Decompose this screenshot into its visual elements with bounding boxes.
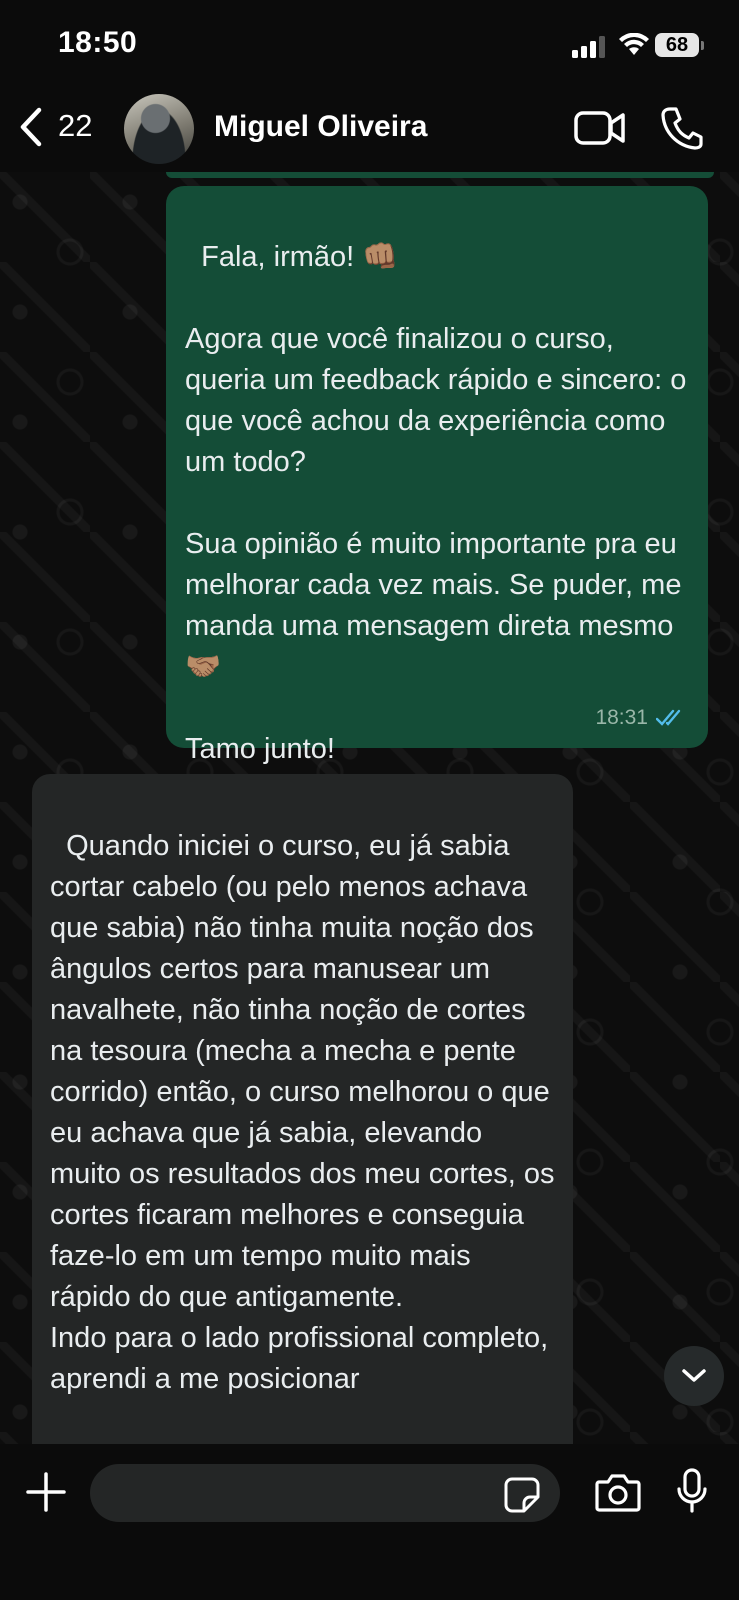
chevron-down-icon: [682, 1369, 706, 1382]
incoming-message[interactable]: Quando iniciei o curso, eu já sabia cort…: [32, 774, 573, 1474]
message-time: 18:31: [595, 706, 648, 729]
message-text: Quando iniciei o curso, eu já sabia cort…: [50, 830, 555, 1395]
contact-name[interactable]: Miguel Oliveira: [214, 110, 427, 144]
phone-call-icon[interactable]: [661, 106, 703, 150]
sticker-icon[interactable]: [504, 1477, 540, 1513]
message-composer: [0, 1444, 739, 1600]
chat-header: 22 Miguel Oliveira: [0, 90, 739, 172]
previous-message-edge: [166, 172, 714, 178]
scroll-to-bottom-button[interactable]: [664, 1346, 724, 1406]
status-bar: 18:50 68: [0, 0, 739, 90]
wifi-icon: [619, 33, 649, 55]
outgoing-message[interactable]: Fala, irmão! 👊🏽 Agora que você finalizou…: [166, 186, 708, 765]
camera-icon[interactable]: [595, 1474, 641, 1512]
unread-count[interactable]: 22: [58, 108, 92, 144]
video-call-icon[interactable]: [574, 110, 626, 146]
battery-icon: [701, 41, 704, 50]
message-meta: 18:31: [595, 697, 686, 738]
double-check-read-icon: [656, 709, 681, 726]
status-time: 18:50: [58, 26, 138, 59]
message-text: Fala, irmão! 👊🏽 Agora que você finalizou…: [185, 241, 687, 765]
message-input[interactable]: [90, 1464, 560, 1522]
plus-icon[interactable]: [26, 1472, 66, 1512]
microphone-icon[interactable]: [676, 1468, 708, 1514]
back-chevron-icon[interactable]: [18, 106, 44, 148]
cellular-signal-icon: [572, 36, 605, 58]
contact-avatar[interactable]: [124, 94, 194, 164]
battery-level: 68: [655, 33, 699, 57]
